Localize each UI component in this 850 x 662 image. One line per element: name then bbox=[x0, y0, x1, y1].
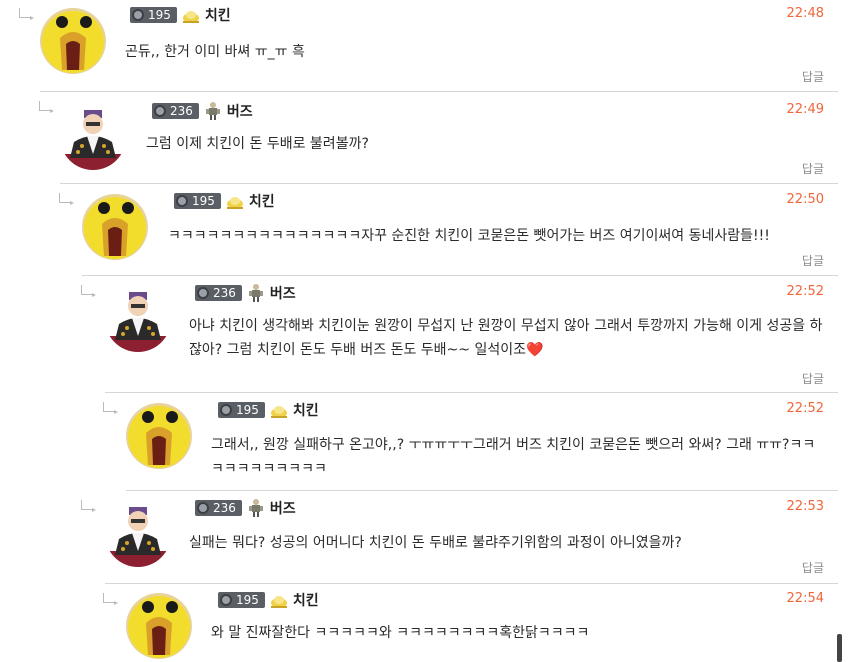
level-gear-icon bbox=[220, 594, 232, 606]
comment-text-body: 아냐 치킨이 생각해봐 치킨이눈 원깡이 무섭지 난 원깡이 무섭지 않아 그래… bbox=[189, 318, 823, 358]
level-badge: 195 bbox=[218, 402, 265, 418]
timestamp: 22:49 bbox=[786, 102, 824, 117]
comment-header: 195 치킨 bbox=[218, 589, 319, 611]
level-badge: 236 bbox=[195, 285, 242, 301]
level-gear-icon bbox=[197, 287, 209, 299]
timestamp: 22:53 bbox=[786, 499, 824, 514]
nickname[interactable]: 치킨 bbox=[205, 5, 231, 25]
comment-item: 195 치킨 22:48 곤듀,, 한거 이미 바쎠 ㅠ_ㅠ 흑 답글 bbox=[40, 6, 838, 92]
divider bbox=[82, 275, 838, 276]
reply-button[interactable]: 답글 bbox=[802, 160, 824, 177]
comment-header: 236 버즈 bbox=[195, 497, 296, 519]
avatar[interactable] bbox=[82, 194, 148, 260]
comment-header: 236 버즈 bbox=[152, 100, 253, 122]
grade-icon bbox=[246, 283, 266, 303]
level-badge: 236 bbox=[152, 103, 199, 119]
grade-icon bbox=[225, 191, 245, 211]
level-badge: 195 bbox=[130, 7, 177, 23]
chicken-avatar-icon bbox=[82, 194, 148, 260]
timestamp: 22:48 bbox=[786, 6, 824, 21]
avatar[interactable] bbox=[105, 501, 171, 567]
comment-text: 그럼 이제 치킨이 돈 두배로 불려볼까? bbox=[146, 136, 369, 152]
scrollbar-thumb[interactable] bbox=[837, 634, 842, 662]
reply-arrow-icon bbox=[59, 193, 74, 205]
heart-icon: ❤️ bbox=[525, 342, 544, 358]
buzz-avatar-icon bbox=[105, 286, 171, 352]
comment-item: 195 치킨 22:50 ㅋㅋㅋㅋㅋㅋㅋㅋㅋㅋㅋㅋㅋㅋㅋ자꾸 순진한 치킨이 코… bbox=[82, 192, 838, 270]
buzz-avatar-icon bbox=[105, 501, 171, 567]
comment-text: 그래서,, 원깡 실패하구 온고야,,? ㅜㅠㅠㅜㅜ그래거 버즈 치킨이 코묻은… bbox=[211, 437, 816, 477]
nickname[interactable]: 버즈 bbox=[270, 498, 296, 518]
comment-text: 아냐 치킨이 생각해봐 치킨이눈 원깡이 무섭지 난 원깡이 무섭지 않아 그래… bbox=[189, 314, 824, 362]
reply-arrow-icon bbox=[103, 593, 118, 605]
nickname[interactable]: 버즈 bbox=[227, 101, 253, 121]
level-gear-icon bbox=[154, 105, 166, 117]
comment-item: 236 버즈 22:53 실패는 뭐다? 성공의 어머니다 치킨이 돈 두배로 … bbox=[105, 499, 838, 579]
divider bbox=[60, 183, 838, 184]
avatar[interactable] bbox=[105, 286, 171, 352]
level-badge: 195 bbox=[218, 592, 265, 608]
timestamp: 22:52 bbox=[786, 401, 824, 416]
divider bbox=[105, 392, 838, 393]
level-gear-icon bbox=[132, 9, 144, 21]
buzz-avatar-icon bbox=[60, 104, 126, 170]
comment-item: 236 버즈 22:52 아냐 치킨이 생각해봐 치킨이눈 원깡이 무섭지 난 … bbox=[105, 284, 838, 390]
comment-header: 195 치킨 bbox=[174, 190, 275, 212]
comment-item: 195 치킨 22:54 와 말 진짜잘한다 ㅋㅋㅋㅋㅋ와 ㅋㅋㅋㅋㅋㅋㅋㅋ혹한… bbox=[126, 591, 838, 662]
level-gear-icon bbox=[220, 404, 232, 416]
avatar[interactable] bbox=[40, 8, 106, 74]
avatar[interactable] bbox=[126, 403, 192, 469]
comment-text: 실패는 뭐다? 성공의 어머니다 치킨이 돈 두배로 불랴주기위함의 과정이 아… bbox=[189, 535, 682, 551]
avatar[interactable] bbox=[60, 104, 126, 170]
reply-arrow-icon bbox=[39, 101, 54, 113]
grade-icon bbox=[269, 400, 289, 420]
reply-button[interactable]: 답글 bbox=[802, 559, 824, 576]
comment-item: 195 치킨 22:52 그래서,, 원깡 실패하구 온고야,,? ㅜㅠㅠㅜㅜ그… bbox=[126, 401, 838, 485]
divider bbox=[105, 583, 838, 584]
nickname[interactable]: 버즈 bbox=[270, 283, 296, 303]
comment-header: 195 치킨 bbox=[218, 399, 319, 421]
comment-header: 236 버즈 bbox=[195, 282, 296, 304]
level-badge: 195 bbox=[174, 193, 221, 209]
level-badge: 236 bbox=[195, 500, 242, 516]
grade-icon bbox=[246, 498, 266, 518]
chicken-avatar-icon bbox=[126, 593, 192, 659]
reply-button[interactable]: 답글 bbox=[802, 68, 824, 85]
grade-icon bbox=[181, 5, 201, 25]
chicken-avatar-icon bbox=[126, 403, 192, 469]
comment-item: 236 버즈 22:49 그럼 이제 치킨이 돈 두배로 불려볼까? 답글 bbox=[60, 102, 838, 180]
reply-button[interactable]: 답글 bbox=[802, 252, 824, 269]
nickname[interactable]: 치킨 bbox=[293, 590, 319, 610]
reply-arrow-icon bbox=[103, 402, 118, 414]
reply-arrow-icon bbox=[81, 500, 96, 512]
grade-icon bbox=[203, 101, 223, 121]
timestamp: 22:54 bbox=[786, 591, 824, 606]
comment-text: 와 말 진짜잘한다 ㅋㅋㅋㅋㅋ와 ㅋㅋㅋㅋㅋㅋㅋㅋ혹한닭ㅋㅋㅋㅋ bbox=[211, 625, 590, 641]
level-gear-icon bbox=[197, 502, 209, 514]
reply-arrow-icon bbox=[81, 285, 96, 297]
level-gear-icon bbox=[176, 195, 188, 207]
comment-text: 곤듀,, 한거 이미 바쎠 ㅠ_ㅠ 흑 bbox=[125, 44, 305, 60]
timestamp: 22:50 bbox=[786, 192, 824, 207]
nickname[interactable]: 치킨 bbox=[293, 400, 319, 420]
reply-button[interactable]: 답글 bbox=[802, 370, 824, 387]
avatar[interactable] bbox=[126, 593, 192, 659]
chicken-avatar-icon bbox=[40, 8, 106, 74]
divider bbox=[126, 490, 838, 491]
reply-arrow-icon bbox=[19, 8, 34, 20]
comment-header: 195 치킨 bbox=[130, 4, 231, 26]
divider bbox=[40, 91, 838, 92]
comment-text: ㅋㅋㅋㅋㅋㅋㅋㅋㅋㅋㅋㅋㅋㅋㅋ자꾸 순진한 치킨이 코묻은돈 뺏어가는 버즈 여… bbox=[168, 228, 770, 244]
grade-icon bbox=[269, 590, 289, 610]
timestamp: 22:52 bbox=[786, 284, 824, 299]
nickname[interactable]: 치킨 bbox=[249, 191, 275, 211]
